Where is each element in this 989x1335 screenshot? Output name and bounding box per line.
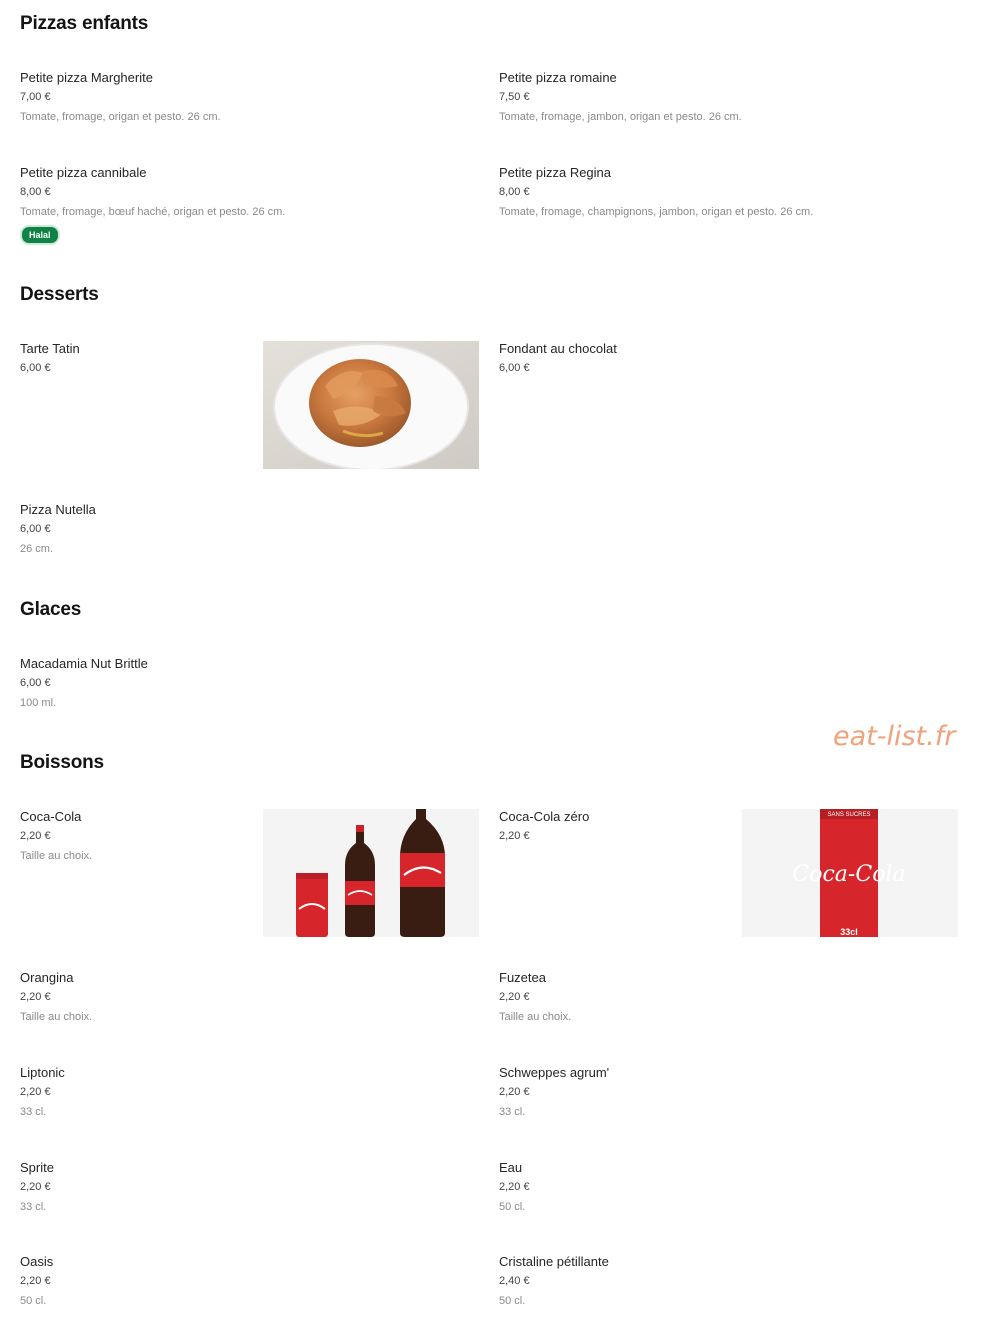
menu-item-eau[interactable]: Eau 2,20 € 50 cl. — [499, 1160, 959, 1214]
item-name: Coca-Cola zéro — [499, 809, 590, 824]
watermark: eat-list.fr — [833, 721, 956, 752]
item-name: Macadamia Nut Brittle — [20, 656, 148, 671]
item-description: Taille au choix. — [20, 1011, 93, 1023]
item-description: 50 cl. — [499, 1201, 526, 1213]
menu-item-coca-cola[interactable]: Coca-Cola 2,20 € Taille au choix. — [20, 809, 250, 863]
item-description: 33 cl. — [20, 1106, 47, 1118]
menu-item-tarte-tatin[interactable]: Tarte Tatin 6,00 € — [20, 341, 250, 375]
item-name: Fondant au chocolat — [499, 341, 617, 356]
item-price: 6,00 € — [20, 362, 51, 374]
item-name: Petite pizza romaine — [499, 70, 617, 85]
menu-item-sprite[interactable]: Sprite 2,20 € 33 cl. — [20, 1160, 480, 1214]
can-brand-script: Coca-Cola — [792, 862, 905, 887]
item-description: Tomate, fromage, origan et pesto. 26 cm. — [20, 111, 221, 123]
menu-item-schweppes-agrum[interactable]: Schweppes agrum' 2,20 € 33 cl. — [499, 1065, 959, 1119]
menu-item-petite-pizza-margherite[interactable]: Petite pizza Margherite 7,00 € Tomate, f… — [20, 70, 480, 124]
item-price: 6,00 € — [20, 677, 51, 689]
tarte-tatin-image[interactable] — [263, 341, 479, 469]
item-price: 6,00 € — [499, 362, 530, 374]
section-title-boissons: Boissons — [20, 752, 104, 773]
item-price: 7,00 € — [20, 91, 51, 103]
item-price: 2,20 € — [499, 1086, 530, 1098]
item-description: 33 cl. — [499, 1106, 526, 1118]
item-name: Liptonic — [20, 1065, 65, 1080]
item-price: 2,20 € — [20, 991, 51, 1003]
can-top-label: SANS SUCRES — [827, 812, 870, 818]
item-name: Petite pizza Regina — [499, 165, 612, 180]
item-price: 2,20 € — [499, 991, 530, 1003]
menu-item-coca-cola-zero[interactable]: Coca-Cola zéro 2,20 € — [499, 809, 729, 843]
item-price: 2,20 € — [20, 830, 51, 842]
coca-cola-zero-image[interactable]: SANS SUCRES Coca-Cola 33cl — [742, 809, 958, 937]
coca-cola-products-photo — [263, 809, 479, 937]
item-name: Petite pizza cannibale — [20, 165, 147, 180]
tarte-tatin-photo — [263, 341, 479, 469]
item-description: Taille au choix. — [499, 1011, 572, 1023]
menu-item-petite-pizza-romaine[interactable]: Petite pizza romaine 7,50 € Tomate, from… — [499, 70, 959, 124]
can-size-label: 33cl — [840, 927, 858, 937]
item-name: Schweppes agrum' — [499, 1065, 610, 1080]
menu-item-macadamia-nut-brittle[interactable]: Macadamia Nut Brittle 6,00 € 100 ml. — [20, 656, 480, 710]
item-price: 2,20 € — [20, 1275, 51, 1287]
section-title-pizzas-enfants: Pizzas enfants — [20, 13, 149, 34]
menu-item-oasis[interactable]: Oasis 2,20 € 50 cl. — [20, 1254, 480, 1308]
item-name: Orangina — [20, 970, 74, 985]
menu-item-cristaline-petillante[interactable]: Cristaline pétillante 2,40 € 50 cl. — [499, 1254, 959, 1308]
item-description: 50 cl. — [20, 1295, 47, 1307]
item-price: 7,50 € — [499, 91, 530, 103]
item-price: 2,40 € — [499, 1275, 530, 1287]
item-description: 50 cl. — [499, 1295, 526, 1307]
item-price: 2,20 € — [20, 1086, 51, 1098]
item-price: 2,20 € — [20, 1181, 51, 1193]
item-description: Tomate, fromage, champignons, jambon, or… — [499, 206, 814, 218]
item-name: Pizza Nutella — [20, 502, 96, 517]
section-title-glaces: Glaces — [20, 599, 82, 620]
menu-page: Pizzas enfants Petite pizza Margherite 7… — [0, 0, 989, 1335]
item-description: Tomate, fromage, bœuf haché, origan et p… — [20, 206, 286, 218]
item-price: 2,20 € — [499, 1181, 530, 1193]
item-price: 6,00 € — [20, 523, 51, 535]
menu-item-liptonic[interactable]: Liptonic 2,20 € 33 cl. — [20, 1065, 480, 1119]
menu-item-fondant-au-chocolat[interactable]: Fondant au chocolat 6,00 € — [499, 341, 959, 375]
item-description: 33 cl. — [20, 1201, 47, 1213]
coca-cola-can-photo: SANS SUCRES Coca-Cola 33cl — [742, 809, 958, 937]
item-price: 8,00 € — [499, 186, 530, 198]
item-description: 100 ml. — [20, 697, 57, 709]
menu-item-petite-pizza-regina[interactable]: Petite pizza Regina 8,00 € Tomate, froma… — [499, 165, 959, 219]
item-name: Fuzetea — [499, 970, 546, 985]
menu-item-fuzetea[interactable]: Fuzetea 2,20 € Taille au choix. — [499, 970, 959, 1024]
item-price: 8,00 € — [20, 186, 51, 198]
item-name: Oasis — [20, 1254, 54, 1269]
item-name: Tarte Tatin — [20, 341, 80, 356]
item-description: Taille au choix. — [20, 850, 93, 862]
item-name: Petite pizza Margherite — [20, 70, 153, 85]
section-title-desserts: Desserts — [20, 284, 99, 305]
menu-item-petite-pizza-cannibale[interactable]: Petite pizza cannibale 8,00 € Tomate, fr… — [20, 165, 480, 245]
halal-badge: Halal — [20, 225, 60, 245]
menu-item-pizza-nutella[interactable]: Pizza Nutella 6,00 € 26 cm. — [20, 502, 480, 556]
menu-item-orangina[interactable]: Orangina 2,20 € Taille au choix. — [20, 970, 480, 1024]
coca-cola-image[interactable] — [263, 809, 479, 937]
item-description: Tomate, fromage, jambon, origan et pesto… — [499, 111, 742, 123]
item-price: 2,20 € — [499, 830, 530, 842]
item-name: Cristaline pétillante — [499, 1254, 609, 1269]
item-name: Sprite — [20, 1160, 54, 1175]
item-name: Eau — [499, 1160, 523, 1175]
item-name: Coca-Cola — [20, 809, 82, 824]
item-description: 26 cm. — [20, 543, 54, 555]
